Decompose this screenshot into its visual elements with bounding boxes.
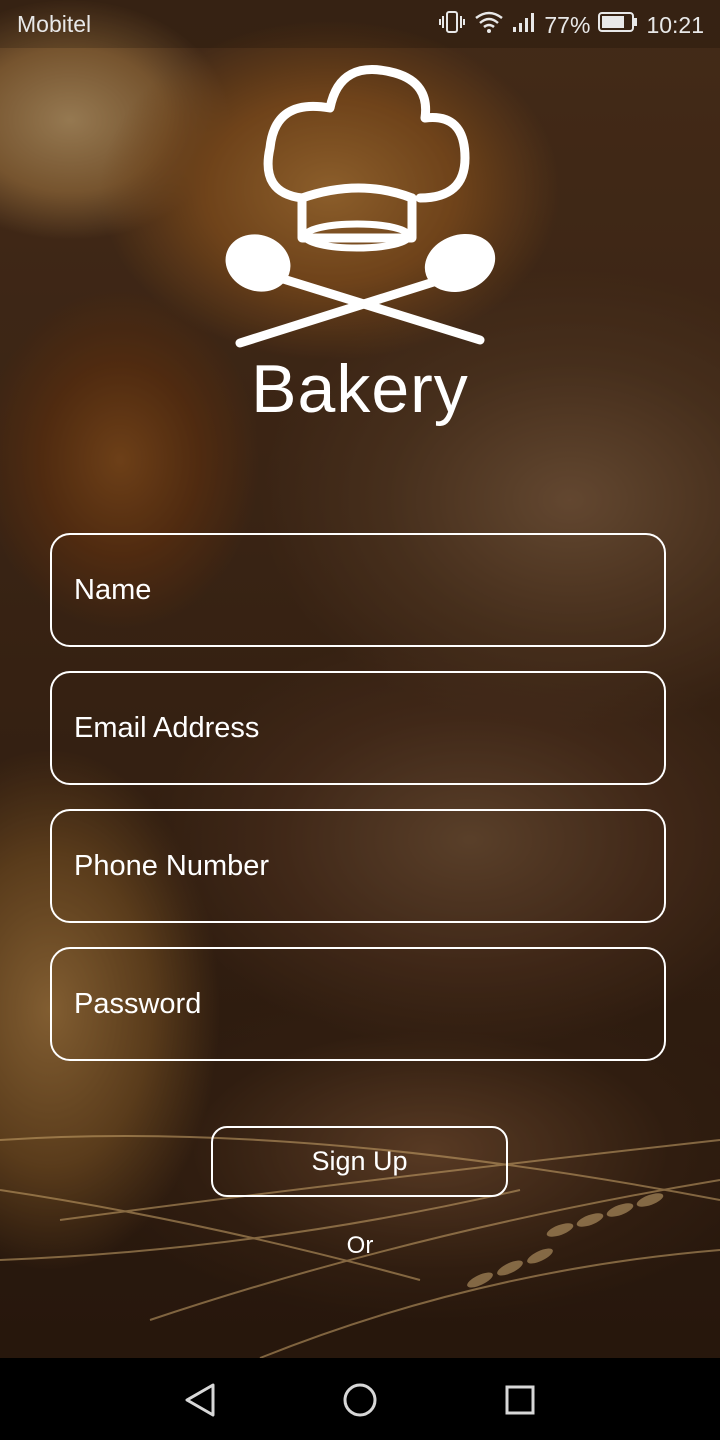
navigation-bar (0, 1358, 720, 1440)
chef-hat-crossed-spoons-icon (225, 65, 496, 348)
or-separator: Or (346, 1232, 374, 1259)
status-icons: 77% 10:21 (438, 10, 704, 40)
brand-name: Bakery (251, 351, 469, 427)
wheat-decoration (0, 1135, 720, 1358)
wifi-icon (474, 10, 504, 40)
sign-up-button[interactable]: Sign Up (211, 1126, 508, 1197)
battery-icon (598, 11, 638, 39)
password-field[interactable] (50, 947, 666, 1061)
email-field[interactable] (50, 671, 666, 785)
recent-apps-icon[interactable] (495, 1375, 545, 1425)
vibrate-icon (438, 10, 466, 40)
clock: 10:21 (646, 11, 704, 38)
back-icon[interactable] (175, 1375, 225, 1425)
signal-icon (512, 11, 536, 39)
name-input[interactable] (74, 535, 644, 645)
battery-percent: 77% (544, 11, 591, 38)
phone-field[interactable] (50, 809, 666, 923)
name-field[interactable] (50, 533, 666, 647)
email-input[interactable] (74, 673, 644, 783)
phone-input[interactable] (74, 811, 644, 921)
status-bar: Mobitel 77% 10:21 (0, 0, 720, 48)
carrier-name: Mobitel (17, 11, 92, 37)
home-icon[interactable] (335, 1375, 385, 1425)
password-input[interactable] (74, 949, 644, 1059)
